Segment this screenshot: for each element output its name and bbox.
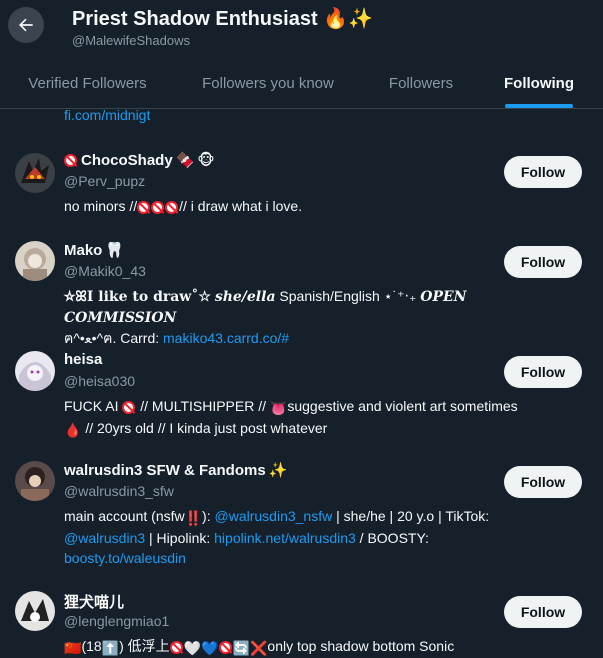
follow-button[interactable]: Follow	[504, 156, 582, 188]
user-name[interactable]: walrusdin3 SFW & Fandoms ✨	[64, 461, 288, 480]
user-bio: FUCK AI // MULTISHIPPER // 👅suggestive a…	[64, 398, 518, 438]
follow-button[interactable]: Follow	[504, 356, 582, 388]
no-entry-icon	[137, 201, 151, 214]
no-entry-icon	[151, 201, 165, 214]
title-emojis: 🔥✨	[323, 8, 373, 30]
cross-mark-icon: ❌	[249, 640, 268, 656]
repeat-icon: 🔄	[232, 640, 250, 656]
exclamation-icon: ‼️	[184, 510, 203, 526]
no-entry-icon	[122, 401, 136, 414]
follow-button[interactable]: Follow	[504, 246, 582, 278]
user-handle[interactable]: @walrusdin3_sfw	[64, 483, 174, 499]
chocolate-icon: 🍫	[175, 152, 195, 169]
bio-link[interactable]: @walrusdin3_nsfw	[215, 508, 333, 524]
follow-button[interactable]: Follow	[504, 466, 582, 498]
face-icon: 🐵	[197, 152, 215, 169]
user-row[interactable]: 狸犬喵儿 @lenglengmiao1 🇨🇳(18⬆️) 低浮上 🤍💙 🔄❌only…	[0, 580, 603, 656]
user-name[interactable]: heisa	[64, 351, 102, 368]
user-row[interactable]: heisa @heisa030 FUCK AI // MULTISHIPPER …	[0, 340, 603, 450]
tab-verified-followers[interactable]: Verified Followers	[0, 58, 175, 108]
user-handle[interactable]: @heisa030	[64, 373, 135, 389]
follow-button[interactable]: Follow	[504, 596, 582, 628]
profile-header: Priest Shadow Enthusiast 🔥✨ @MalewifeSha…	[0, 0, 603, 109]
tab-following[interactable]: Following	[482, 58, 596, 108]
user-name[interactable]: Mako 🦷	[64, 241, 125, 260]
user-name[interactable]: 狸犬喵儿	[64, 591, 124, 612]
active-tab-indicator	[505, 104, 573, 108]
bio-link-partial[interactable]: fi.com/midnigt	[64, 107, 150, 123]
user-handle[interactable]: @Perv_pupz	[64, 173, 145, 189]
user-handle[interactable]: @lenglengmiao1	[64, 613, 169, 629]
tab-followers-you-know[interactable]: Followers you know	[178, 58, 358, 108]
china-flag-icon: 🇨🇳	[64, 640, 82, 656]
back-button[interactable]	[8, 7, 44, 43]
tooth-icon: 🦷	[105, 242, 125, 259]
user-name[interactable]: ChocoShady 🍫 🐵	[64, 151, 215, 169]
tongue-icon: 👅	[269, 400, 288, 416]
avatar[interactable]	[15, 461, 55, 501]
bio-link[interactable]: boosty.to/waleusdin	[64, 550, 186, 566]
page-title: Priest Shadow Enthusiast 🔥✨	[72, 6, 373, 31]
drop-of-blood-icon: 🩸	[64, 422, 82, 438]
page-title-text: Priest Shadow Enthusiast	[72, 8, 318, 30]
user-handle[interactable]: @Makik0_43	[64, 263, 146, 279]
user-row[interactable]: ChocoShady 🍫 🐵 @Perv_pupz no minors ////…	[0, 140, 603, 240]
tab-bar: Verified Followers Followers you know Fo…	[0, 58, 603, 108]
user-row[interactable]: Mako 🦷 @Makik0_43 ☆ꕤI like to draw˚☆ she…	[0, 230, 603, 346]
user-bio: no minors //// i draw what i love.	[64, 198, 303, 214]
no-entry-icon	[165, 201, 179, 214]
bio-link[interactable]: hipolink.net/walrusdin3	[214, 530, 356, 546]
no-entry-icon	[218, 641, 232, 654]
white-heart-icon: 🤍	[183, 640, 202, 656]
up-arrow-icon: ⬆️	[101, 640, 120, 656]
arrow-left-icon	[19, 18, 33, 32]
avatar[interactable]	[15, 153, 55, 193]
no-entry-icon	[64, 153, 77, 167]
tab-followers[interactable]: Followers	[368, 58, 474, 108]
user-bio: ☆ꕤI like to draw˚☆ she/ella Spanish/Engl…	[64, 288, 467, 346]
bio-link[interactable]: @walrusdin3	[64, 530, 145, 546]
avatar[interactable]	[15, 351, 55, 391]
user-bio: main account (nsfw‼️): @walrusdin3_nsfw …	[64, 508, 490, 566]
avatar[interactable]	[15, 591, 55, 631]
user-row[interactable]: walrusdin3 SFW & Fandoms ✨ @walrusdin3_s…	[0, 450, 603, 580]
user-bio: 🇨🇳(18⬆️) 低浮上 🤍💙 🔄❌only top shadow bottom S…	[64, 638, 455, 656]
no-entry-icon	[169, 641, 183, 654]
sparkles-icon: ✨	[268, 462, 288, 479]
blue-heart-icon: 💙	[201, 640, 219, 656]
profile-handle: @MalewifeShadows	[72, 33, 190, 48]
avatar[interactable]	[15, 241, 55, 281]
